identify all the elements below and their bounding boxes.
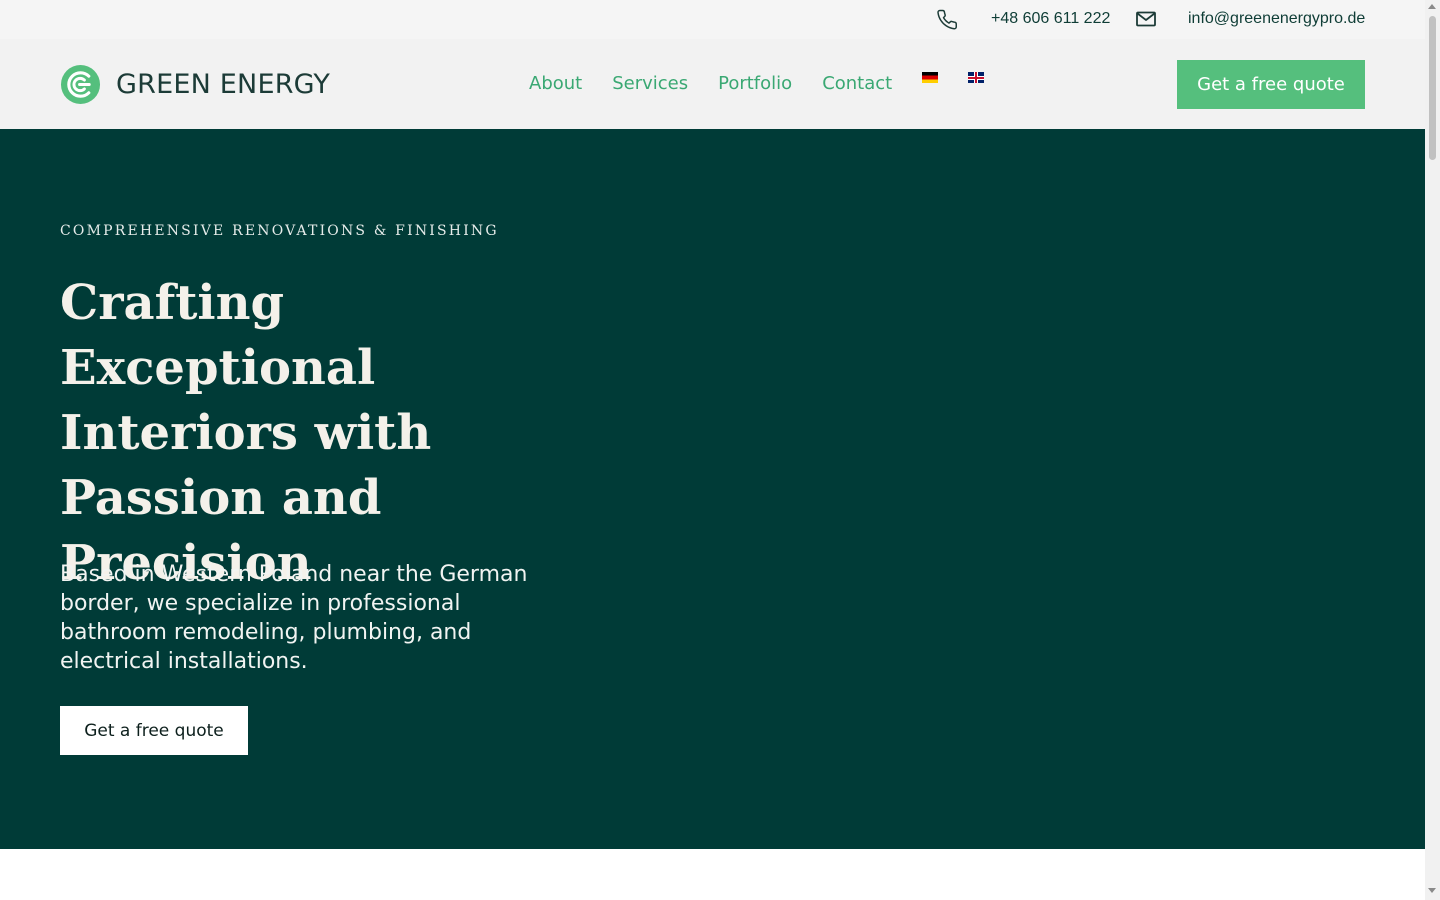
page-scrollbar[interactable] [1425,0,1440,900]
top-contact-bar: +48 606 611 222 info@greenenergypro.de [0,0,1425,39]
site-header: GREEN ENERGY About Services Portfolio Co… [0,39,1425,129]
logo[interactable]: GREEN ENERGY [60,64,330,105]
nav-portfolio[interactable]: Portfolio [718,73,792,94]
language-de-flag-icon[interactable] [922,72,939,83]
scroll-down-arrow-icon[interactable] [1428,888,1436,893]
logo-text: GREEN ENERGY [116,69,331,100]
nav-contact[interactable]: Contact [822,73,892,94]
email-link[interactable]: info@greenenergypro.de [1188,10,1365,28]
nav-services[interactable]: Services [612,73,688,94]
hero-title: Crafting Exceptional Interiors with Pass… [60,275,432,591]
main-nav: About Services Portfolio Contact [529,72,1014,94]
scroll-up-arrow-icon[interactable] [1428,4,1436,9]
language-en-flag-icon[interactable] [968,72,985,83]
mail-icon[interactable] [1136,10,1156,28]
scroll-thumb[interactable] [1429,16,1436,160]
get-quote-button-hero[interactable]: Get a free quote [60,706,248,755]
hero-description: Based in Western Poland near the German … [60,562,528,674]
nav-about[interactable]: About [529,73,582,94]
logo-mark-icon [60,64,101,105]
hero-section: COMPREHENSIVE RENOVATIONS & FINISHING Cr… [0,129,1425,849]
hero-eyebrow: COMPREHENSIVE RENOVATIONS & FINISHING [60,223,499,239]
phone-icon[interactable] [937,9,959,31]
phone-link[interactable]: +48 606 611 222 [991,10,1110,28]
get-quote-button-header[interactable]: Get a free quote [1177,60,1365,109]
